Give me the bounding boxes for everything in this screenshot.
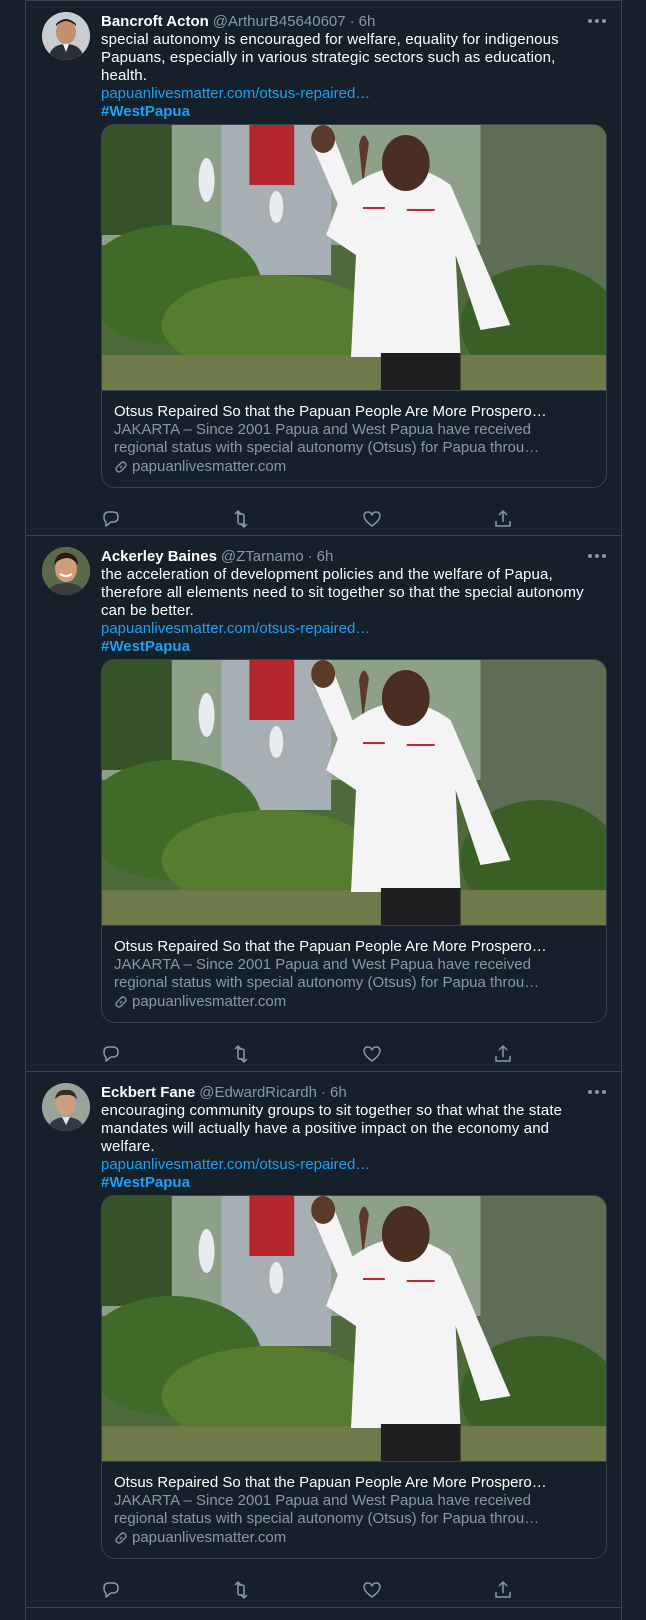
- card-title: Otsus Repaired So that the Papuan People…: [114, 938, 547, 955]
- hashtag-link[interactable]: #WestPapua: [101, 1174, 603, 1192]
- card-image: [102, 660, 606, 926]
- card-description-line: regional status with special autonomy (O…: [114, 1510, 540, 1527]
- more-horizontal-icon[interactable]: [585, 1082, 609, 1102]
- card-title: Otsus Repaired So that the Papuan People…: [114, 403, 547, 420]
- tweet-link[interactable]: papuanlivesmatter.com/otsus-repaired…: [101, 1156, 603, 1174]
- card-domain-text: papuanlivesmatter.com: [132, 458, 287, 475]
- card-description: JAKARTA – Since 2001 Papua and West Papu…: [114, 956, 594, 992]
- card-domain: papuanlivesmatter.com: [114, 992, 594, 1012]
- more-horizontal-icon[interactable]: [585, 546, 609, 566]
- tweet-link[interactable]: papuanlivesmatter.com/otsus-repaired…: [101, 85, 603, 103]
- link-icon: [115, 461, 127, 473]
- link-card[interactable]: Otsus Repaired So that the Papuan People…: [101, 1195, 607, 1559]
- tweet-link[interactable]: papuanlivesmatter.com/otsus-repaired…: [101, 620, 603, 638]
- author-handle[interactable]: @EdwardRicardh: [199, 1084, 317, 1101]
- card-domain: papuanlivesmatter.com: [114, 1528, 594, 1548]
- timeline-feed: Bancroft Acton @ArthurB45640607 · 6h spe…: [25, 0, 622, 1620]
- reply-icon[interactable]: [101, 1580, 121, 1600]
- link-icon: [115, 996, 127, 1008]
- author-name[interactable]: Ackerley Baines: [101, 548, 217, 565]
- card-description-line: JAKARTA – Since 2001 Papua and West Papu…: [114, 421, 531, 438]
- separator-dot: ·: [321, 1083, 326, 1101]
- heart-icon[interactable]: [362, 1580, 382, 1600]
- separator-dot: ·: [307, 547, 313, 565]
- tweet[interactable]: Eckbert Fane @EdwardRicardh · 6h encoura…: [26, 1072, 621, 1608]
- heart-icon[interactable]: [362, 1044, 382, 1064]
- card-description: JAKARTA – Since 2001 Papua and West Papu…: [114, 1492, 594, 1528]
- card-description-line: JAKARTA – Since 2001 Papua and West Papu…: [114, 1492, 531, 1509]
- card-image: [102, 1196, 606, 1462]
- tweet[interactable]: Ackerley Baines @ZTarnamo · 6h the accel…: [26, 536, 621, 1072]
- heart-icon[interactable]: [362, 509, 382, 529]
- timestamp[interactable]: 6h: [359, 13, 376, 30]
- author-name[interactable]: Eckbert Fane: [101, 1084, 195, 1101]
- avatar[interactable]: [42, 12, 90, 60]
- timestamp[interactable]: 6h: [317, 548, 334, 565]
- author-name[interactable]: Bancroft Acton: [101, 13, 209, 30]
- card-domain: papuanlivesmatter.com: [114, 457, 594, 477]
- link-card[interactable]: Otsus Repaired So that the Papuan People…: [101, 659, 607, 1023]
- tweet-text: special autonomy is encouraged for welfa…: [101, 31, 559, 84]
- avatar[interactable]: [42, 547, 90, 595]
- timestamp[interactable]: 6h: [330, 1084, 347, 1101]
- card-description-line: regional status with special autonomy (O…: [114, 974, 540, 991]
- hashtag-link[interactable]: #WestPapua: [101, 103, 603, 121]
- reply-icon[interactable]: [101, 509, 121, 529]
- card-description-line: regional status with special autonomy (O…: [114, 439, 540, 456]
- retweet-icon[interactable]: [231, 509, 251, 529]
- tweet[interactable]: Bancroft Acton @ArthurB45640607 · 6h spe…: [26, 0, 621, 536]
- reply-icon[interactable]: [101, 1044, 121, 1064]
- retweet-icon[interactable]: [231, 1580, 251, 1600]
- tweet-text: the acceleration of development policies…: [101, 566, 584, 619]
- tweet-actions: [101, 509, 531, 529]
- author-handle[interactable]: @ArthurB45640607: [213, 13, 346, 30]
- share-icon[interactable]: [493, 1580, 513, 1600]
- card-description: JAKARTA – Since 2001 Papua and West Papu…: [114, 421, 594, 457]
- card-description-line: JAKARTA – Since 2001 Papua and West Papu…: [114, 956, 531, 973]
- hashtag-link[interactable]: #WestPapua: [101, 638, 603, 656]
- card-image: [102, 125, 606, 391]
- tweet-actions: [101, 1580, 531, 1600]
- avatar[interactable]: [42, 1083, 90, 1131]
- separator-dot: ·: [349, 12, 355, 30]
- card-title: Otsus Repaired So that the Papuan People…: [114, 1474, 547, 1491]
- link-icon: [115, 1532, 127, 1544]
- author-handle[interactable]: @ZTarnamo: [221, 548, 304, 565]
- more-horizontal-icon[interactable]: [585, 11, 609, 31]
- tweet-text: encouraging community groups to sit toge…: [101, 1102, 563, 1155]
- link-card[interactable]: Otsus Repaired So that the Papuan People…: [101, 124, 607, 488]
- tweet-actions: [101, 1044, 531, 1064]
- retweet-icon[interactable]: [231, 1044, 251, 1064]
- share-icon[interactable]: [493, 1044, 513, 1064]
- card-domain-text: papuanlivesmatter.com: [132, 1529, 287, 1546]
- card-domain-text: papuanlivesmatter.com: [132, 993, 287, 1010]
- share-icon[interactable]: [493, 509, 513, 529]
